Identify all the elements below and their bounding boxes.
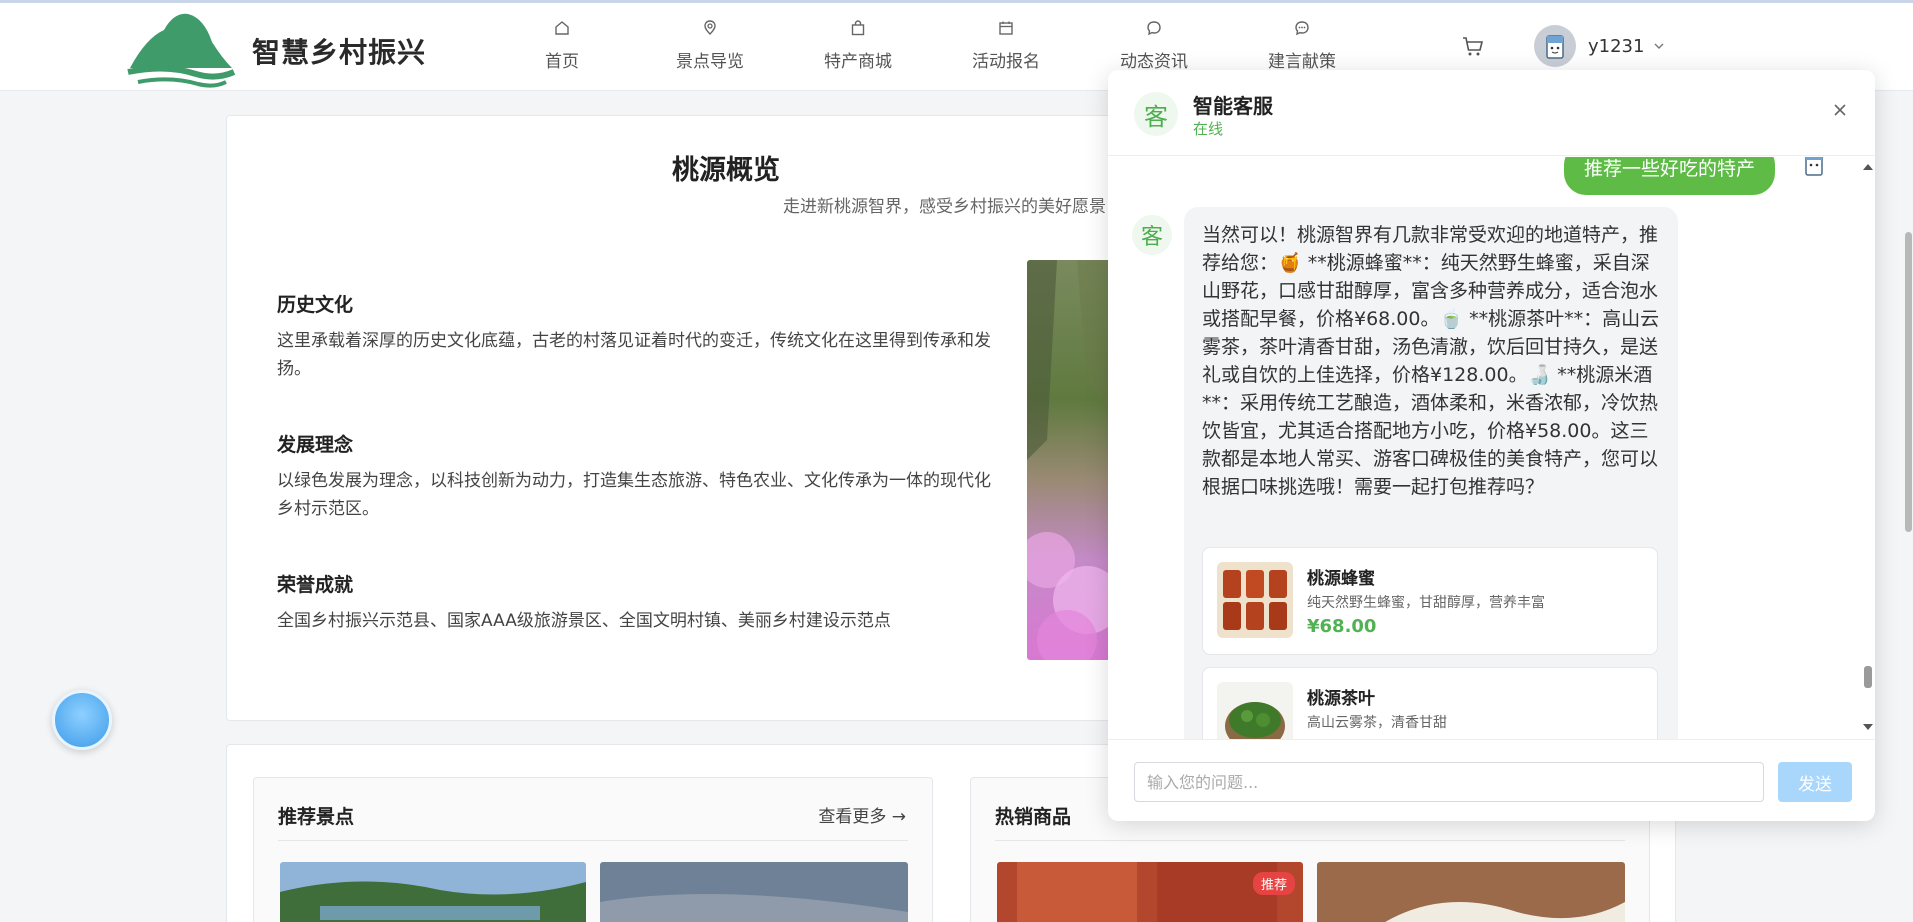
recommended-spots-panel: 推荐景点 查看更多 →: [253, 777, 933, 922]
nav-scenic-guide[interactable]: 景点导览: [636, 19, 784, 72]
nav-label: 首页: [545, 52, 579, 72]
overview-section-history: 历史文化 这里承载着深厚的历史文化底蕴，古老的村落见证着时代的变迁，传统文化在这…: [277, 290, 1007, 383]
home-icon: [488, 19, 636, 43]
bot-avatar: 客: [1132, 215, 1172, 255]
user-avatar: [1798, 157, 1830, 181]
product-description: 纯天然野生蜂蜜，甘甜醇厚，营养丰富: [1307, 595, 1545, 611]
hot-products-title: 热销商品: [995, 806, 1072, 828]
avatar: [1534, 25, 1576, 67]
nav-label: 景点导览: [676, 52, 744, 72]
chat-scrollbar-thumb[interactable]: [1864, 666, 1872, 688]
section-text: 这里承载着深厚的历史文化底蕴，古老的村落见证着时代的变迁，传统文化在这里得到传承…: [277, 331, 991, 379]
section-title: 荣誉成就: [277, 574, 354, 596]
nav-specialty-mall[interactable]: 特产商城: [784, 19, 932, 72]
nav-news[interactable]: 动态资讯: [1080, 19, 1228, 72]
product-thumbnail[interactable]: 推荐: [997, 862, 1303, 922]
overview-section-philosophy: 发展理念 以绿色发展为理念，以科技创新为动力，打造集生态旅游、特色农业、文化传承…: [277, 430, 1007, 523]
section-title: 发展理念: [277, 434, 354, 456]
bot-message: 当然可以！桃源智界有几款非常受欢迎的地道特产，推荐给您：🍯 **桃源蜂蜜**：纯…: [1184, 207, 1678, 739]
map-pin-icon: [636, 19, 784, 43]
chat-messages[interactable]: 推荐一些好吃的特产 客 当然可以！桃源智界有几款非常受欢迎的地道特产，推荐给您：…: [1108, 157, 1875, 739]
page-scrollbar-thumb[interactable]: [1905, 232, 1912, 532]
chat-header: 客 智能客服 在线: [1108, 70, 1875, 156]
chevron-down-icon: [1654, 43, 1664, 49]
section-title: 历史文化: [277, 294, 354, 316]
username: y1231: [1588, 35, 1645, 57]
product-card[interactable]: 桃源蜂蜜 纯天然野生蜂蜜，甘甜醇厚，营养丰富 ¥68.00: [1202, 547, 1658, 655]
cart-icon[interactable]: [1460, 33, 1486, 59]
scroll-down-arrow-icon[interactable]: [1862, 722, 1874, 732]
send-button[interactable]: 发送: [1778, 762, 1852, 802]
nav-label: 特产商城: [824, 52, 892, 72]
customer-service-chat: 客 智能客服 在线 推荐一些好吃的特产 客 当然可以！桃源智界有几款非常受欢迎的…: [1108, 70, 1875, 821]
scroll-up-arrow-icon[interactable]: [1862, 162, 1874, 172]
service-status: 在线: [1193, 120, 1224, 138]
user-menu[interactable]: y1231: [1534, 25, 1666, 67]
bot-message-text: 当然可以！桃源智界有几款非常受欢迎的地道特产，推荐给您：🍯 **桃源蜂蜜**：纯…: [1202, 224, 1660, 498]
comment-dots-icon: [1228, 19, 1376, 43]
chat-input-bar: 发送: [1108, 739, 1875, 821]
landscape-photo: [1027, 260, 1117, 660]
shopping-bag-icon: [784, 19, 932, 43]
product-image-tea: [1217, 682, 1293, 739]
recommended-spots-title: 推荐景点: [278, 806, 355, 828]
view-more-link[interactable]: 查看更多 →: [818, 802, 906, 827]
product-description: 高山云雾茶，清香甘甜: [1307, 715, 1447, 731]
section-text: 全国乡村振兴示范县、国家AAA级旅游景区、全国文明村镇、美丽乡村建设示范点: [277, 611, 891, 631]
overview-subtitle: 走进新桃源智界，感受乡村振兴的美好愿景: [783, 197, 1106, 217]
nav-label: 建言献策: [1268, 52, 1336, 72]
divider: [278, 840, 908, 841]
calendar-icon: [932, 19, 1080, 43]
user-message: 推荐一些好吃的特产: [1564, 157, 1776, 195]
main-nav: 首页 景点导览 特产商城 活动报名 动态资讯 建言献策: [488, 19, 1376, 72]
site-logo[interactable]: [126, 8, 236, 88]
product-name: 桃源茶叶: [1307, 689, 1375, 709]
nav-home[interactable]: 首页: [488, 19, 636, 72]
floating-assistant-button[interactable]: [52, 690, 112, 750]
product-price: ¥68.00: [1307, 616, 1377, 637]
overview-section-honors: 荣誉成就 全国乡村振兴示范县、国家AAA级旅游景区、全国文明村镇、美丽乡村建设示…: [277, 570, 1007, 635]
chat-bubble-icon: [1080, 19, 1228, 43]
spot-thumbnail[interactable]: [280, 862, 586, 922]
chat-scrollbar-track[interactable]: [1860, 157, 1875, 739]
chat-input[interactable]: [1134, 762, 1764, 802]
nav-label: 动态资讯: [1120, 52, 1188, 72]
section-text: 以绿色发展为理念，以科技创新为动力，打造集生态旅游、特色农业、文化传承为一体的现…: [277, 471, 991, 519]
service-avatar: 客: [1134, 92, 1178, 136]
close-icon[interactable]: [1830, 100, 1850, 120]
product-image-honey: [1217, 562, 1293, 638]
recommend-badge: 推荐: [1252, 872, 1295, 895]
divider: [995, 840, 1625, 841]
product-name: 桃源蜂蜜: [1307, 569, 1375, 589]
nav-event-signup[interactable]: 活动报名: [932, 19, 1080, 72]
product-card[interactable]: 桃源茶叶 高山云雾茶，清香甘甜: [1202, 667, 1658, 739]
nav-label: 活动报名: [972, 52, 1040, 72]
nav-suggestions[interactable]: 建言献策: [1228, 19, 1376, 72]
spot-thumbnail[interactable]: [600, 862, 908, 922]
product-thumbnail[interactable]: [1317, 862, 1625, 922]
service-name: 智能客服: [1193, 94, 1273, 118]
site-name[interactable]: 智慧乡村振兴: [252, 31, 426, 71]
